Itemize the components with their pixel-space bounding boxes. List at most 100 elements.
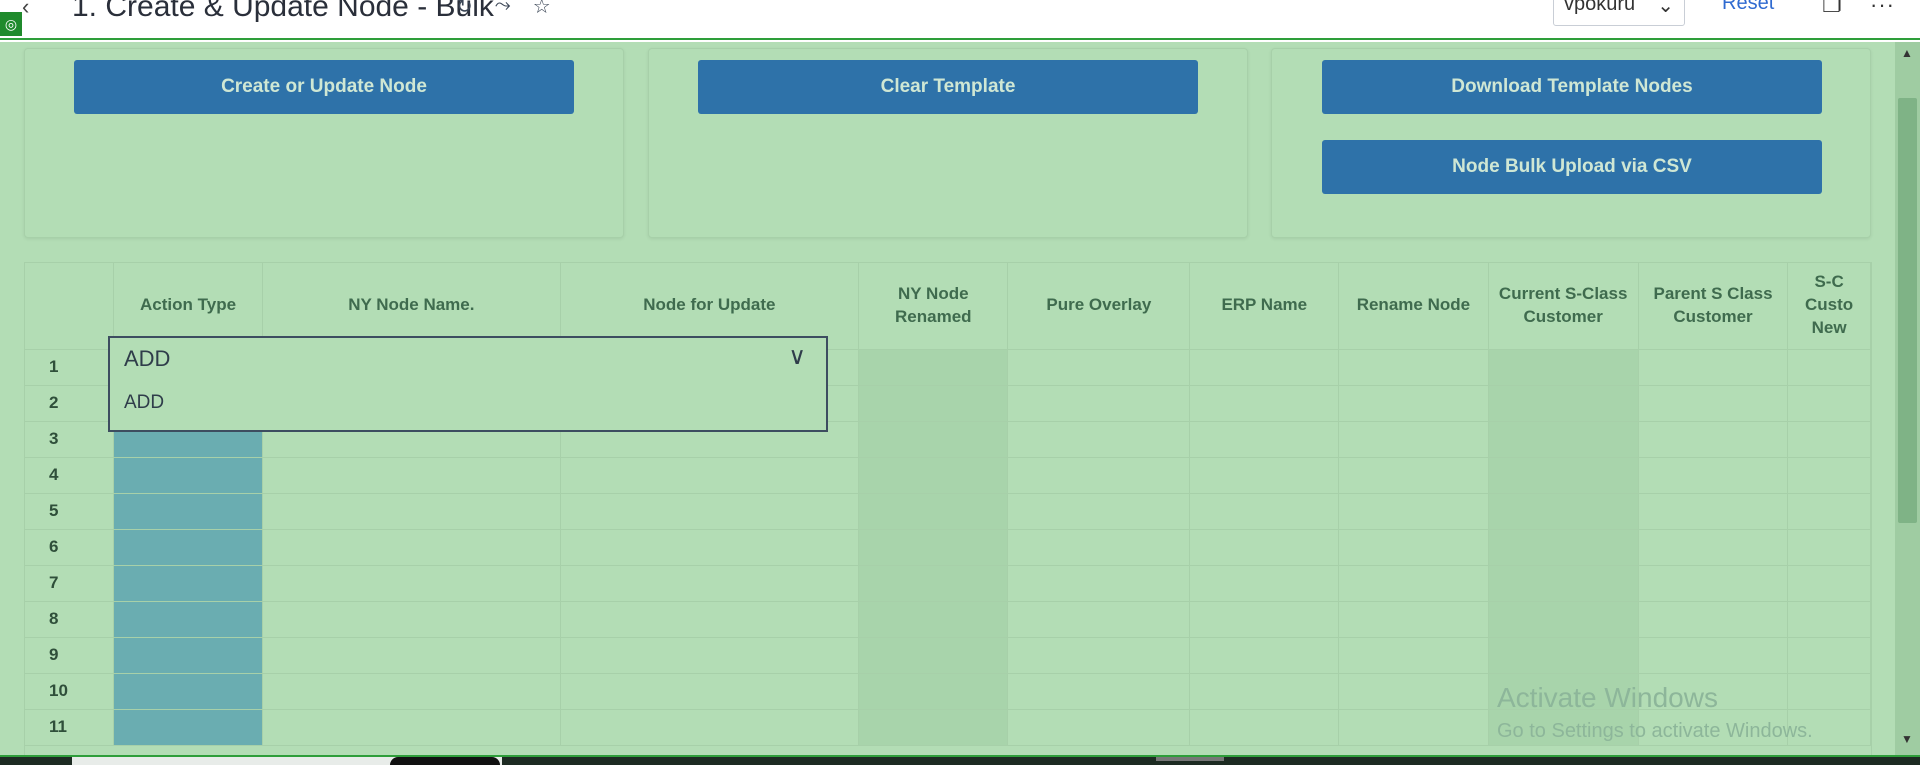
table-cell[interactable] <box>1787 421 1871 458</box>
table-cell[interactable] <box>1787 385 1871 422</box>
table-cell[interactable] <box>1189 529 1340 566</box>
column-header[interactable]: Rename Node <box>1338 263 1489 350</box>
table-cell[interactable] <box>1189 601 1340 638</box>
table-cell[interactable] <box>262 457 561 494</box>
more-icon[interactable]: ··· <box>1870 0 1895 18</box>
bulk-upload-csv-button[interactable]: Node Bulk Upload via CSV <box>1322 140 1822 194</box>
copy-icon[interactable]: ❐ <box>1822 0 1842 18</box>
table-cell[interactable] <box>560 709 860 746</box>
table-cell[interactable] <box>1638 637 1789 674</box>
table-cell[interactable] <box>1787 637 1871 674</box>
table-cell[interactable] <box>262 565 561 602</box>
table-cell[interactable] <box>1488 421 1639 458</box>
table-cell[interactable] <box>1787 529 1871 566</box>
column-header[interactable]: Current S-Class Customer <box>1488 263 1639 350</box>
table-cell[interactable] <box>858 709 1009 746</box>
star-icon[interactable]: ☆ <box>533 0 551 19</box>
table-cell[interactable] <box>858 385 1009 422</box>
table-cell[interactable] <box>1787 601 1871 638</box>
reset-link[interactable]: Reset <box>1722 0 1774 15</box>
table-cell[interactable] <box>1787 493 1871 530</box>
table-cell[interactable] <box>113 709 264 746</box>
table-cell[interactable] <box>1638 385 1789 422</box>
table-cell[interactable] <box>858 493 1009 530</box>
table-cell[interactable] <box>1638 493 1789 530</box>
table-cell[interactable] <box>858 601 1009 638</box>
table-cell[interactable] <box>1638 421 1789 458</box>
share-icon[interactable]: ⤳ <box>495 0 511 19</box>
taskbar-button[interactable] <box>390 757 500 765</box>
table-cell[interactable] <box>858 565 1009 602</box>
refresh-icon[interactable]: ↻ <box>456 0 473 19</box>
table-cell[interactable] <box>1638 565 1789 602</box>
table-cell[interactable] <box>1007 529 1191 566</box>
table-cell[interactable] <box>1007 385 1191 422</box>
table-cell[interactable] <box>262 673 561 710</box>
table-cell[interactable] <box>560 457 860 494</box>
table-cell[interactable] <box>1488 349 1639 386</box>
chevron-down-icon[interactable]: ∨ <box>788 342 806 371</box>
table-cell[interactable] <box>1488 493 1639 530</box>
table-cell[interactable] <box>1189 385 1340 422</box>
taskbar-item[interactable] <box>1156 757 1224 761</box>
action-type-dropdown[interactable]: ADD ∨ ADD <box>108 336 828 432</box>
table-cell[interactable] <box>262 601 561 638</box>
table-cell[interactable] <box>560 673 860 710</box>
table-cell[interactable] <box>1189 565 1340 602</box>
table-cell[interactable] <box>1338 385 1489 422</box>
table-cell[interactable] <box>858 421 1009 458</box>
download-template-button[interactable]: Download Template Nodes <box>1322 60 1822 114</box>
create-update-node-button[interactable]: Create or Update Node <box>74 60 574 114</box>
column-header[interactable]: Pure Overlay <box>1007 263 1191 350</box>
back-arrow-icon[interactable]: ‹ <box>22 0 29 20</box>
table-cell[interactable] <box>1338 529 1489 566</box>
table-cell[interactable] <box>1189 493 1340 530</box>
table-cell[interactable] <box>1488 565 1639 602</box>
table-cell[interactable] <box>1007 421 1191 458</box>
table-cell[interactable] <box>560 601 860 638</box>
table-cell[interactable] <box>1787 457 1871 494</box>
table-cell[interactable] <box>1338 565 1489 602</box>
table-cell[interactable] <box>1638 349 1789 386</box>
table-cell[interactable] <box>1488 637 1639 674</box>
column-header[interactable]: Parent S Class Customer <box>1638 263 1789 350</box>
scrollbar-thumb[interactable] <box>1898 98 1917 523</box>
clear-template-button[interactable]: Clear Template <box>698 60 1198 114</box>
table-cell[interactable] <box>113 493 264 530</box>
table-cell[interactable] <box>113 601 264 638</box>
user-select[interactable]: vpokuru ⌄ <box>1553 0 1685 26</box>
table-cell[interactable] <box>262 637 561 674</box>
table-cell[interactable] <box>1638 529 1789 566</box>
table-cell[interactable] <box>1787 349 1871 386</box>
vertical-scrollbar[interactable]: ▲ ▼ <box>1895 42 1920 755</box>
table-cell[interactable] <box>1338 457 1489 494</box>
table-cell[interactable] <box>1787 673 1871 710</box>
table-cell[interactable] <box>1638 601 1789 638</box>
table-cell[interactable] <box>858 529 1009 566</box>
dropdown-option[interactable]: ADD <box>124 392 164 414</box>
table-cell[interactable] <box>1007 673 1191 710</box>
table-cell[interactable] <box>1488 457 1639 494</box>
table-cell[interactable] <box>113 529 264 566</box>
table-cell[interactable] <box>1338 673 1489 710</box>
table-cell[interactable] <box>1007 637 1191 674</box>
table-cell[interactable] <box>1007 493 1191 530</box>
table-cell[interactable] <box>560 637 860 674</box>
table-cell[interactable] <box>1189 673 1340 710</box>
table-cell[interactable] <box>1338 637 1489 674</box>
table-cell[interactable] <box>1638 457 1789 494</box>
table-cell[interactable] <box>1488 529 1639 566</box>
table-cell[interactable] <box>560 529 860 566</box>
table-cell[interactable] <box>858 673 1009 710</box>
table-cell[interactable] <box>1007 709 1191 746</box>
table-cell[interactable] <box>113 457 264 494</box>
table-cell[interactable] <box>560 565 860 602</box>
table-cell[interactable] <box>262 709 561 746</box>
table-cell[interactable] <box>113 637 264 674</box>
table-cell[interactable] <box>262 529 561 566</box>
table-cell[interactable] <box>1488 385 1639 422</box>
table-cell[interactable] <box>113 565 264 602</box>
table-cell[interactable] <box>858 457 1009 494</box>
column-header[interactable]: NY Node Renamed <box>858 263 1009 350</box>
table-cell[interactable] <box>262 493 561 530</box>
